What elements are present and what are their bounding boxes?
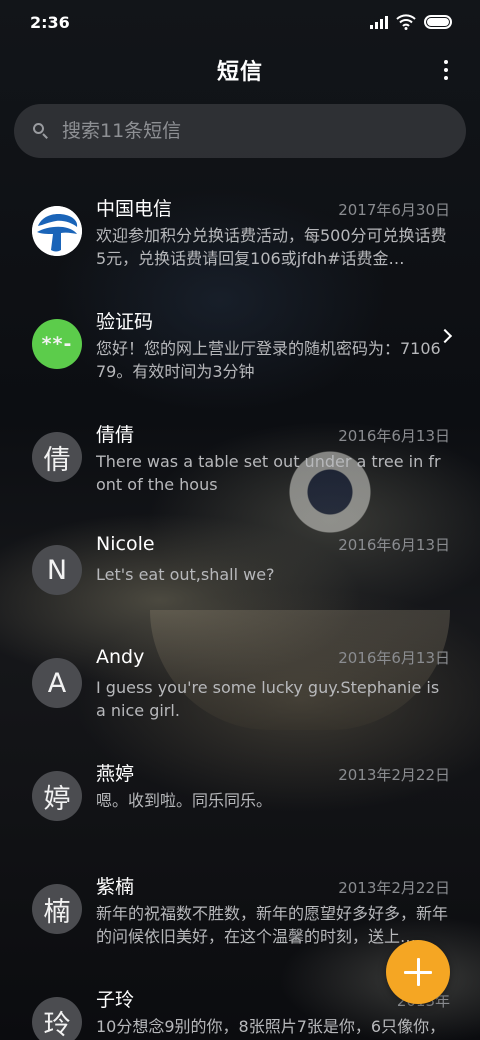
plus-icon [404, 958, 432, 986]
message-snippet: 新年的祝福数不胜数，新年的愿望好多好多，新年的问候依旧美好，在这个温馨的时刻，送… [96, 904, 448, 946]
china-telecom-logo-icon [32, 206, 82, 256]
message-snippet: Let's eat out,shall we? [96, 565, 275, 584]
message-snippet: 您好！您的网上营业厅登录的随机密码为：710679。有效时间为3分钟 [96, 339, 441, 381]
search-input[interactable] [62, 120, 448, 142]
conversation-item[interactable]: **- 验证码 您好！您的网上营业厅登录的随机密码为：710679。有效时间为3… [0, 293, 480, 406]
message-date: 2017年6月30日 [338, 201, 450, 219]
message-snippet: I guess you're some lucky guy.Stephanie … [96, 678, 440, 720]
contact-name: 子玲 [96, 989, 135, 1011]
message-date: 2016年6月13日 [338, 649, 450, 667]
search-bar[interactable] [14, 104, 466, 158]
search-icon [32, 122, 50, 140]
conversation-item[interactable]: N Nicole 2016年6月13日 Let's eat out,shall … [0, 519, 480, 632]
contact-name: 中国电信 [96, 198, 173, 220]
contact-name: Andy [96, 646, 145, 668]
page-title: 短信 [216, 60, 263, 85]
message-snippet: There was a table set out under a tree i… [96, 452, 441, 494]
signal-icon [370, 15, 388, 29]
contact-name: 验证码 [96, 311, 154, 333]
contact-name: 倩倩 [96, 424, 135, 446]
avatar: 楠 [32, 884, 82, 934]
message-date: 2013年2月22日 [338, 879, 450, 897]
battery-icon [424, 15, 452, 29]
conversation-item[interactable]: 中国电信 2017年6月30日 欢迎参加积分兑换话费活动，每500分可兑换话费5… [0, 180, 480, 293]
wifi-icon [396, 14, 416, 30]
new-message-button[interactable] [386, 940, 450, 1004]
more-options-button[interactable] [440, 58, 452, 82]
conversation-item[interactable]: A Andy 2016年6月13日 I guess you're some lu… [0, 632, 480, 745]
avatar: 倩 [32, 432, 82, 482]
conversation-item[interactable]: 婷 燕婷 2013年2月22日 嗯。收到啦。同乐同乐。 [0, 745, 480, 858]
message-date: 2013年2月22日 [338, 766, 450, 784]
avatar: N [32, 545, 82, 595]
title-bar: 短信 [0, 44, 480, 96]
conversation-item[interactable]: 倩 倩倩 2016年6月13日 There was a table set ou… [0, 406, 480, 519]
message-date: 2016年6月13日 [338, 427, 450, 445]
contact-name: 燕婷 [96, 763, 135, 785]
status-bar: 2:36 [0, 0, 480, 44]
status-time: 2:36 [30, 12, 70, 32]
avatar: 婷 [32, 771, 82, 821]
message-snippet: 欢迎参加积分兑换话费活动，每500分可兑换话费5元，兑换话费请回复106或jfd… [96, 226, 447, 268]
conversation-list: 中国电信 2017年6月30日 欢迎参加积分兑换话费活动，每500分可兑换话费5… [0, 180, 480, 1040]
avatar: 玲 [32, 997, 82, 1040]
contact-name: Nicole [96, 533, 155, 555]
avatar: A [32, 658, 82, 708]
contact-name: 紫楠 [96, 876, 135, 898]
verification-code-avatar: **- [32, 319, 82, 369]
message-date: 2016年6月13日 [338, 536, 450, 554]
status-icons [370, 14, 452, 30]
message-snippet: 嗯。收到啦。同乐同乐。 [96, 791, 273, 810]
message-snippet: 10分想念9别的你，8张照片7张是你，6只像你，4根骨头3根归你，2爪着地1定是… [96, 1017, 446, 1036]
